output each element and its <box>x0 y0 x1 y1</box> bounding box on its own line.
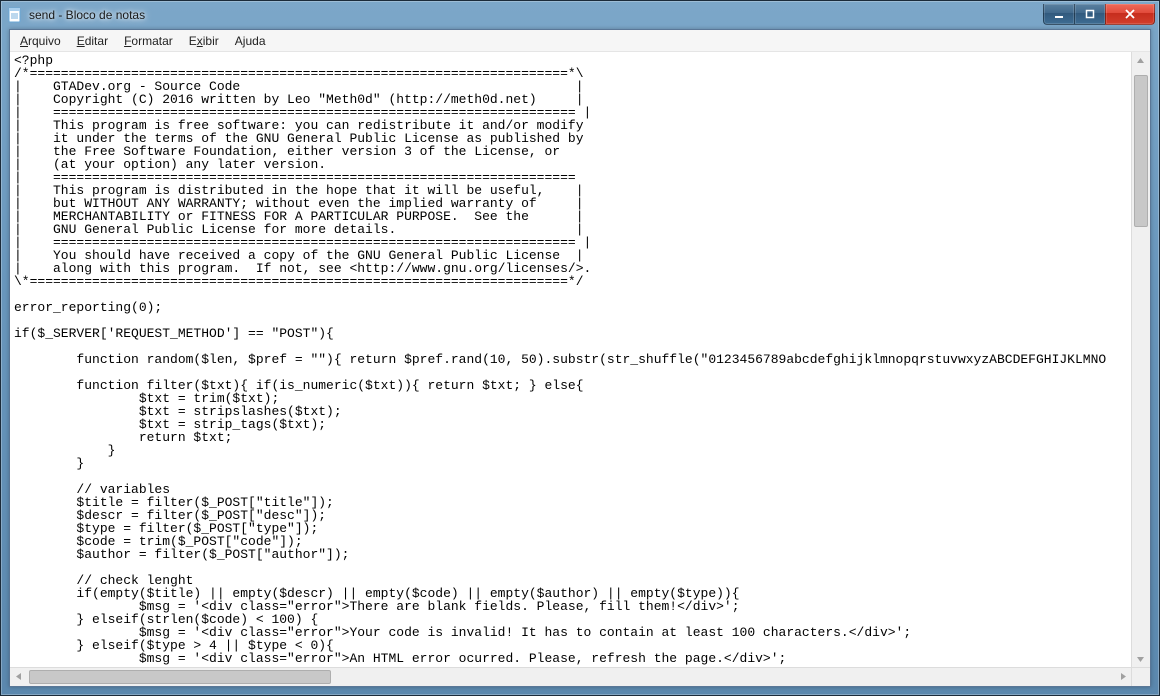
titlebar[interactable]: send - Bloco de notas <box>1 1 1159 29</box>
close-button[interactable] <box>1105 4 1155 25</box>
editor-text[interactable]: <?php /*================================… <box>10 52 1132 667</box>
menu-exibir[interactable]: Exibir <box>181 32 227 50</box>
menubar: ArquivoEditarFormatarExibirAjuda <box>10 30 1150 52</box>
horizontal-scroll-track[interactable] <box>27 668 1115 686</box>
vertical-scrollbar[interactable] <box>1131 52 1150 668</box>
scroll-left-button[interactable] <box>10 668 27 685</box>
window-controls <box>1044 4 1155 25</box>
editor-viewport[interactable]: <?php /*================================… <box>10 52 1132 668</box>
scrollbar-corner <box>1131 667 1150 686</box>
scroll-up-button[interactable] <box>1132 52 1149 69</box>
horizontal-scrollbar[interactable] <box>10 667 1132 686</box>
horizontal-scroll-thumb[interactable] <box>29 670 331 684</box>
menu-editar[interactable]: Editar <box>69 32 116 50</box>
scroll-right-button[interactable] <box>1115 668 1132 685</box>
window-title: send - Bloco de notas <box>29 8 145 22</box>
menu-ajuda[interactable]: Ajuda <box>227 32 274 50</box>
notepad-icon <box>7 7 23 23</box>
maximize-button[interactable] <box>1074 4 1106 25</box>
menu-formatar[interactable]: Formatar <box>116 32 181 50</box>
vertical-scroll-track[interactable] <box>1132 69 1150 651</box>
editor-area: <?php /*================================… <box>10 52 1150 686</box>
minimize-button[interactable] <box>1043 4 1075 25</box>
client-area: ArquivoEditarFormatarExibirAjuda <?php /… <box>9 29 1151 687</box>
vertical-scroll-thumb[interactable] <box>1134 75 1148 227</box>
notepad-window: send - Bloco de notas ArquivoEditarForma… <box>0 0 1160 696</box>
menu-arquivo[interactable]: Arquivo <box>12 32 69 50</box>
scroll-down-button[interactable] <box>1132 651 1149 668</box>
